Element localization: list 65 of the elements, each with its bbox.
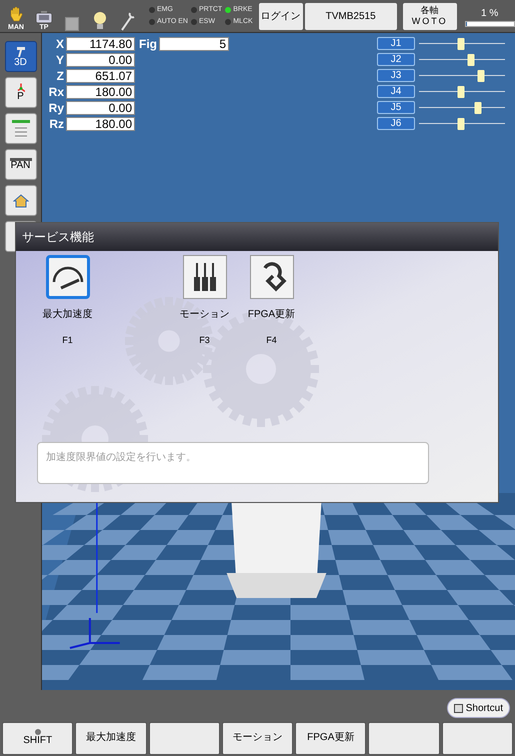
pendant-icon — [35, 10, 53, 24]
service-item[interactable]: 最大加速度 F1 — [34, 255, 101, 348]
tool-button[interactable]: 3D — [4, 41, 36, 72]
bar-icon — [10, 158, 32, 161]
function-key[interactable] — [442, 722, 513, 755]
slider-thumb[interactable] — [474, 102, 482, 114]
slider-thumb[interactable] — [458, 118, 465, 130]
joint-button[interactable]: J6 — [377, 117, 415, 130]
coordinate-label: Y — [54, 54, 64, 66]
sliders-icon — [192, 261, 218, 293]
list-settings-icon — [10, 118, 30, 138]
joint-button[interactable]: J5 — [377, 101, 415, 114]
joint-button[interactable]: J4 — [377, 85, 415, 98]
coordinate-field: 0.00 — [66, 101, 135, 115]
light-bulb-icon — [92, 11, 108, 31]
joint-slider[interactable] — [419, 54, 505, 66]
joint-slider[interactable] — [419, 70, 505, 82]
coordinate-label: Z — [56, 70, 64, 82]
wrench-icon — [120, 11, 136, 31]
function-key[interactable]: SHIFT — [2, 722, 74, 755]
description-text: 加速度限界値の設定を行います。 — [46, 452, 196, 463]
tool-button[interactable]: P — [4, 77, 36, 108]
shortcut-icon — [454, 704, 463, 712]
coordinate-field: 0.00 — [66, 53, 135, 67]
joint-slider[interactable] — [419, 86, 505, 98]
coordinate-field: 651.07 — [66, 69, 135, 83]
tool-button[interactable]: PAN — [4, 149, 36, 180]
coordinate-label: Rx — [48, 86, 64, 98]
dialog-title: サービス機能 — [22, 229, 94, 246]
joint-slider[interactable] — [419, 118, 505, 130]
home-icon — [12, 194, 28, 208]
function-key[interactable]: FPGA更新 — [295, 722, 366, 755]
fig-label: Fig — [139, 37, 157, 51]
axes-icon — [16, 83, 24, 92]
login-button[interactable]: ログイン — [258, 2, 303, 30]
tool-button[interactable] — [4, 113, 36, 144]
coordinate-field: 180.00 — [66, 117, 135, 131]
service-item[interactable]: FPGA更新 F4 — [238, 255, 305, 348]
shift-led-icon — [34, 729, 41, 736]
speed-reading: 1 % — [481, 6, 498, 20]
coordinate-field: 1174.80 — [66, 37, 135, 51]
axis-button[interactable]: 各軸 WOTO — [402, 2, 457, 30]
service-item[interactable]: モーション F3 — [171, 255, 238, 348]
model-button[interactable]: TVMB2515 — [304, 2, 397, 30]
function-key[interactable]: モーション — [222, 722, 294, 755]
joint-button[interactable]: J1 — [377, 37, 415, 50]
slider-thumb[interactable] — [458, 38, 465, 50]
robot-arm-icon — [14, 46, 26, 58]
function-key[interactable] — [148, 722, 220, 755]
coordinate-label: Rz — [48, 118, 64, 130]
function-key[interactable] — [368, 722, 440, 755]
joint-slider[interactable] — [419, 102, 505, 114]
tool-button[interactable] — [4, 185, 36, 216]
stop-icon — [65, 17, 79, 31]
joint-slider[interactable] — [419, 38, 505, 50]
function-key[interactable]: 最大加速度 — [75, 722, 147, 755]
shortcut-button[interactable]: Shortcut — [446, 698, 510, 718]
coordinate-field: 180.00 — [66, 85, 135, 99]
coordinate-label: Ry — [48, 102, 64, 114]
coordinate-label: X — [54, 38, 64, 50]
gauge-icon — [50, 264, 84, 290]
fig-field: 5 — [159, 37, 229, 51]
joint-button[interactable]: J2 — [377, 53, 415, 66]
slider-thumb[interactable] — [458, 86, 465, 98]
joint-button[interactable]: J3 — [377, 69, 415, 82]
